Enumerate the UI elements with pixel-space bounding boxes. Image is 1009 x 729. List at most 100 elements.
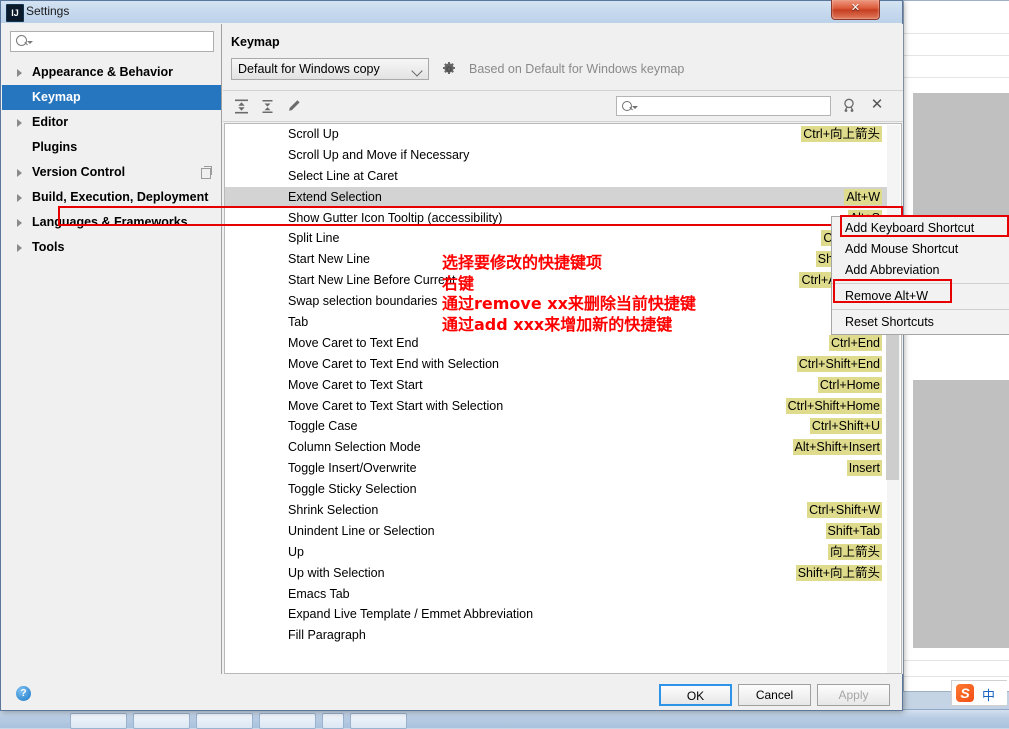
background-line [904,660,1009,661]
chevron-right-icon [17,194,22,202]
action-name: Select Line at Caret [288,166,398,187]
intellij-icon: IJ [6,4,24,22]
table-row[interactable]: Fill Paragraph [225,625,888,646]
sidebar-item-appearance-behavior[interactable]: Appearance & Behavior [2,60,221,85]
table-row[interactable]: Select Line at Caret [225,166,888,187]
table-row[interactable]: Swap selection boundaries [225,291,888,312]
context-menu: Add Keyboard Shortcut Add Mouse Shortcut… [831,216,1009,335]
action-name: Emacs Tab [288,584,350,605]
table-row-selected[interactable]: Extend Selection Alt+W [225,187,888,208]
table-row[interactable]: Expand Live Template / Emmet Abbreviatio… [225,604,888,625]
sidebar-item-label: Build, Execution, Deployment [32,190,208,204]
table-row[interactable]: Start New Line Before Current Ctrl+Alt+E… [225,270,888,291]
sidebar-search-input[interactable] [10,31,214,52]
menu-item-reset-shortcuts[interactable]: Reset Shortcuts [832,312,1009,333]
sidebar-item-label: Keymap [32,90,81,104]
action-name: Scroll Up [288,124,339,145]
close-icon[interactable]: ✕ [831,0,880,20]
table-row[interactable]: Move Caret to Text End Ctrl+End [225,333,888,354]
menu-item-add-mouse-shortcut[interactable]: Add Mouse Shortcut [832,239,1009,260]
table-row[interactable]: Start New Line Shift+Enter [225,249,888,270]
action-name: Toggle Sticky Selection [288,479,417,500]
keymap-select[interactable]: Default for Windows copy [231,58,429,80]
chevron-down-icon [411,65,422,76]
table-row[interactable]: Split Line Ctrl+Enter [225,228,888,249]
menu-item-add-abbreviation[interactable]: Add Abbreviation [832,260,1009,281]
keymap-panel: Keymap Default for Windows copy Based on… [223,24,903,674]
table-row[interactable]: Toggle Case Ctrl+Shift+U [225,416,888,437]
action-name: Swap selection boundaries [288,291,437,312]
dialog-titlebar[interactable]: IJ Settings [1,1,902,23]
gear-icon[interactable] [441,61,457,77]
sidebar-item-label: Plugins [32,140,77,154]
expand-all-icon[interactable] [233,98,250,115]
sidebar-item-keymap[interactable]: Keymap [2,85,221,110]
table-row[interactable]: Tab Tab [225,312,888,333]
table-row[interactable]: Toggle Insert/Overwrite Insert [225,458,888,479]
sidebar-item-label: Version Control [32,165,125,179]
taskbar-button[interactable] [350,713,407,729]
action-name: Tab [288,312,308,333]
sidebar-item-tools[interactable]: Tools [2,235,221,260]
action-name: Toggle Insert/Overwrite [288,458,417,479]
sidebar-item-label: Appearance & Behavior [32,65,173,79]
table-row[interactable]: Up with Selection Shift+向上箭头 [225,563,888,584]
list-scrollbar[interactable] [887,125,900,674]
table-row[interactable]: Scroll Up and Move if Necessary [225,145,888,166]
menu-item-add-keyboard-shortcut[interactable]: Add Keyboard Shortcut [832,218,1009,239]
action-name: Move Caret to Text Start [288,375,423,396]
shortcut-search-input[interactable] [616,96,831,116]
action-name: Expand Live Template / Emmet Abbreviatio… [288,604,533,625]
edit-pencil-icon[interactable] [285,98,302,115]
table-row[interactable]: Move Caret to Text Start Ctrl+Home [225,375,888,396]
sidebar-item-editor[interactable]: Editor [2,110,221,135]
menu-separator [832,309,1009,310]
action-name: Shrink Selection [288,500,378,521]
menu-item-remove-shortcut[interactable]: Remove Alt+W [832,286,1009,307]
shortcut-badge: Alt+W [844,189,882,205]
ok-button[interactable]: OK [659,684,732,706]
keymap-select-value: Default for Windows copy [238,62,380,76]
close-icon[interactable]: ✕ [868,96,886,114]
sidebar-item-build-execution-deployment[interactable]: Build, Execution, Deployment [2,185,221,210]
sidebar-item-plugins[interactable]: Plugins [2,135,221,160]
table-row[interactable]: Up 向上箭头 [225,542,888,563]
action-name: Up with Selection [288,563,385,584]
table-row[interactable]: Emacs Tab [225,584,888,605]
shortcut-list[interactable]: Scroll Up Ctrl+向上箭头 Scroll Up and Move i… [224,123,902,674]
ime-mode-label[interactable]: 中 [982,685,995,704]
table-row[interactable]: Show Gutter Icon Tooltip (accessibility)… [225,208,888,229]
shortcut-badge: Ctrl+向上箭头 [801,126,882,142]
table-row[interactable]: Move Caret to Text End with Selection Ct… [225,354,888,375]
chevron-right-icon [17,244,22,252]
windows-taskbar[interactable] [0,709,1009,728]
taskbar-button[interactable] [322,713,344,729]
table-row[interactable]: Unindent Line or Selection Shift+Tab [225,521,888,542]
find-by-shortcut-icon[interactable] [840,97,858,115]
table-row[interactable]: Column Selection Mode Alt+Shift+Insert [225,437,888,458]
taskbar-button[interactable] [259,713,316,729]
collapse-all-icon[interactable] [259,98,276,115]
table-row[interactable]: Shrink Selection Ctrl+Shift+W [225,500,888,521]
action-name: Show Gutter Icon Tooltip (accessibility) [288,208,502,229]
cancel-button[interactable]: Cancel [738,684,811,706]
apply-button: Apply [817,684,890,706]
action-name: Move Caret to Text End [288,333,418,354]
ime-indicator[interactable]: S 中 [951,680,1007,706]
taskbar-button[interactable] [133,713,190,729]
menu-separator [832,283,1009,284]
action-name: Column Selection Mode [288,437,421,458]
table-row[interactable]: Scroll Up Ctrl+向上箭头 [225,124,888,145]
sidebar-item-label: Editor [32,115,68,129]
taskbar-button[interactable] [196,713,253,729]
help-icon[interactable]: ? [16,686,31,701]
shortcut-badge: Insert [847,460,882,476]
table-row[interactable]: Move Caret to Text Start with Selection … [225,396,888,417]
taskbar-button[interactable] [70,713,127,729]
search-icon [16,35,27,46]
sidebar-item-label: Tools [32,240,64,254]
action-name: Move Caret to Text Start with Selection [288,396,503,417]
table-row[interactable]: Toggle Sticky Selection [225,479,888,500]
sidebar-item-version-control[interactable]: Version Control [2,160,221,185]
sidebar-item-languages-frameworks[interactable]: Languages & Frameworks [2,210,221,235]
